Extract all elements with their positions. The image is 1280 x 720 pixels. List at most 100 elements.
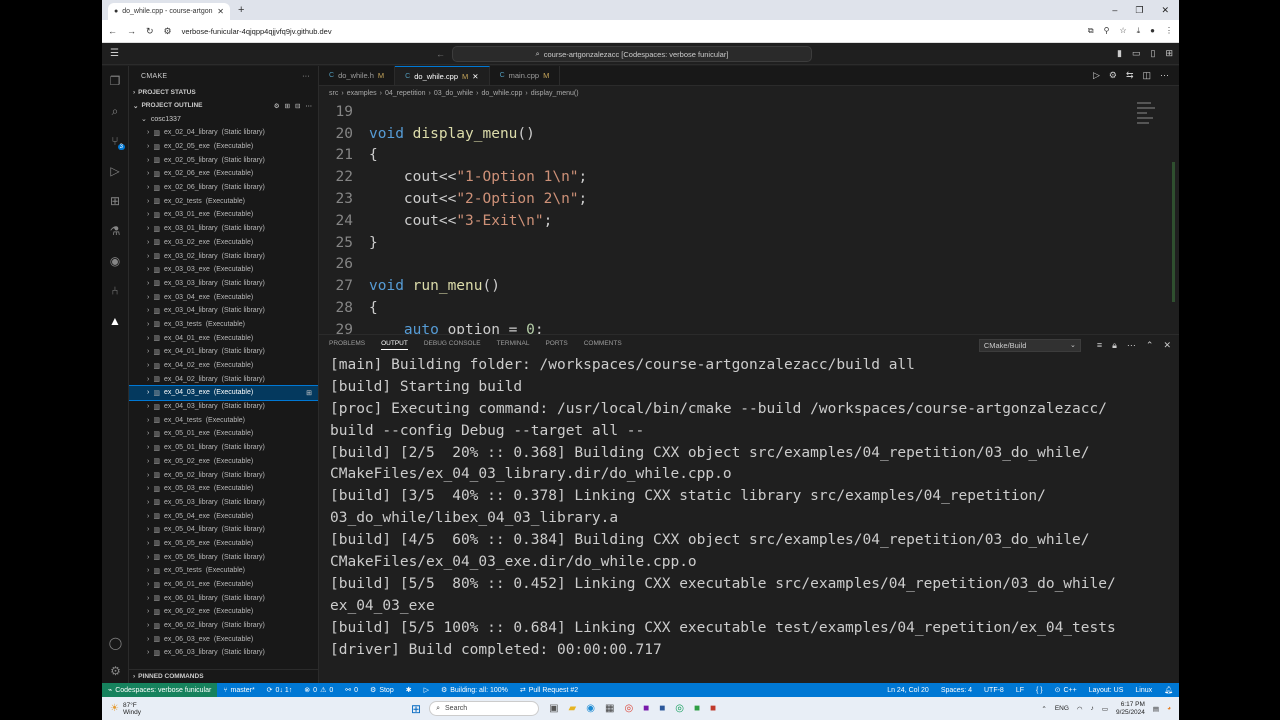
toggle-panel-icon[interactable]: ▭ xyxy=(1132,48,1141,59)
url-field[interactable]: verbose-funicular-4qjqpp4qjjvfq9jv.githu… xyxy=(182,27,332,36)
toggle-secondary-sidebar-icon[interactable]: ▯ xyxy=(1151,48,1156,59)
close-tab-icon[interactable]: ✕ xyxy=(472,72,478,81)
minimap[interactable] xyxy=(1137,102,1157,142)
minimize-button[interactable]: – xyxy=(1112,5,1117,16)
sidebar-target-item[interactable]: › ▥ ex_04_01_library (Static library) xyxy=(129,345,318,359)
command-center[interactable]: ⌕ course-artgonzalezacc [Codespaces: ver… xyxy=(452,46,812,62)
camtasia-icon[interactable]: ■ xyxy=(694,703,700,714)
language-indicator[interactable]: ENG xyxy=(1055,705,1069,712)
braces-icon[interactable]: { } xyxy=(1030,686,1049,694)
sidebar-target-item[interactable]: › ▥ ex_02_06_exe (Executable) xyxy=(129,167,318,181)
sidebar-target-item[interactable]: › ▥ ex_06_02_library (Static library) xyxy=(129,619,318,633)
bookmark-star-icon[interactable]: ☆ xyxy=(1119,26,1126,36)
close-tab-icon[interactable]: ✕ xyxy=(217,7,224,16)
maximize-button[interactable]: ❐ xyxy=(1135,5,1143,16)
compare-icon[interactable]: ⇆ xyxy=(1126,70,1134,81)
panel-tab[interactable]: PROBLEMS xyxy=(329,340,365,350)
tray-overflow-icon[interactable]: ⌃ xyxy=(1041,705,1046,713)
breadcrumb-item[interactable]: examples xyxy=(347,90,377,97)
split-editor-icon[interactable]: ◫ xyxy=(1142,70,1151,81)
sidebar-target-item[interactable]: › ▥ ex_03_04_exe (Executable) xyxy=(129,290,318,304)
explorer-icon[interactable]: ❐ xyxy=(102,66,128,96)
section-project-status[interactable]: › PROJECT STATUS xyxy=(129,86,318,99)
clear-output-icon[interactable]: ≡ xyxy=(1097,340,1102,351)
profile-icon[interactable]: ● xyxy=(1150,26,1155,36)
sidebar-target-item[interactable]: › ▥ ex_05_05_exe (Executable) xyxy=(129,537,318,551)
open-in-app-icon[interactable]: ⧉ xyxy=(1088,26,1094,36)
browser-menu-icon[interactable]: ⋮ xyxy=(1165,26,1173,36)
battery-icon[interactable]: ▭ xyxy=(1102,705,1108,713)
build-target-icon[interactable]: ⊞ xyxy=(306,389,312,397)
breadcrumb-item[interactable]: 03_do_while xyxy=(434,90,473,97)
sidebar-target-item[interactable]: › ▥ ex_03_03_library (Static library) xyxy=(129,277,318,291)
chrome-alt-icon[interactable]: ◎ xyxy=(675,703,684,714)
search-view-icon[interactable]: ⌕ xyxy=(102,96,128,126)
pull-request-indicator[interactable]: ⇄ Pull Request #2 xyxy=(514,686,584,695)
lock-scroll-icon[interactable]: 🔒︎ xyxy=(1112,340,1117,351)
breadcrumb-item[interactable]: src xyxy=(329,90,338,97)
sidebar-target-item[interactable]: › ▥ ex_04_02_library (Static library) xyxy=(129,372,318,386)
sidebar-target-item[interactable]: › ▥ ex_05_01_library (Static library) xyxy=(129,441,318,455)
sidebar-target-item[interactable]: › ▥ ex_03_01_library (Static library) xyxy=(129,222,318,236)
reload-icon[interactable]: ↻ xyxy=(146,26,154,37)
code-view[interactable]: 19 20 void display_menu() 21{22 cout<< "1-Op… xyxy=(319,101,1179,334)
cmake-icon[interactable]: ▲ xyxy=(102,306,128,336)
close-window-button[interactable]: ✕ xyxy=(1161,5,1169,16)
sidebar-target-item[interactable]: › ▥ ex_02_06_library (Static library) xyxy=(129,181,318,195)
more-icon[interactable]: ⋯ xyxy=(306,102,313,110)
project-root[interactable]: ⌄ cosc1337 xyxy=(129,112,318,126)
sync-indicator[interactable]: ⟳ 0↓ 1↑ xyxy=(261,686,299,695)
build-status[interactable]: ⚙ Building: all: 100% xyxy=(435,686,514,695)
forward-icon[interactable]: → xyxy=(127,26,136,36)
sidebar-target-item[interactable]: › ▥ ex_05_03_library (Static library) xyxy=(129,496,318,510)
sidebar-target-item[interactable]: › ▥ ex_02_04_library (Static library) xyxy=(129,126,318,140)
section-pinned-commands[interactable]: › PINNED COMMANDS xyxy=(129,669,318,683)
run-debug-icon[interactable]: ▷ xyxy=(102,156,128,186)
settings-gear-icon[interactable]: ⚙ xyxy=(102,656,129,686)
debug-button[interactable]: ✱ xyxy=(400,686,418,694)
customize-layout-icon[interactable]: ⊞ xyxy=(1165,48,1173,59)
sidebar-target-item[interactable]: › ▥ ex_03_tests (Executable) xyxy=(129,318,318,332)
sidebar-target-item[interactable]: › ▥ ex_05_04_exe (Executable) xyxy=(129,509,318,523)
maximize-panel-icon[interactable]: ⌃ xyxy=(1146,340,1154,351)
output-log[interactable]: [main] Building folder: /workspaces/cour… xyxy=(319,355,1179,661)
remote-indicator[interactable]: ⌁ Codespaces: verbose funicular xyxy=(102,683,218,697)
branch-indicator[interactable]: ⑂ master* xyxy=(217,687,260,694)
extensions-icon[interactable]: ⊞ xyxy=(102,186,128,216)
configure-icon[interactable]: ⚙ xyxy=(274,102,280,110)
onenote-icon[interactable]: ■ xyxy=(643,703,649,714)
sidebar-target-item[interactable]: › ▥ ex_03_03_exe (Executable) xyxy=(129,263,318,277)
recorder-icon[interactable]: ■ xyxy=(710,703,716,714)
sidebar-target-item[interactable]: › ▥ ex_02_05_library (Static library) xyxy=(129,153,318,167)
weather-widget[interactable]: ☀ 87°F Windy xyxy=(102,702,141,716)
close-panel-icon[interactable]: ✕ xyxy=(1163,340,1171,351)
downloads-icon[interactable]: ⤓ xyxy=(1137,26,1141,36)
sidebar-target-item[interactable]: › ▥ ex_03_01_exe (Executable) xyxy=(129,208,318,222)
notifications-icon[interactable]: ▤ xyxy=(1153,705,1159,713)
toggle-sidebar-icon[interactable]: ▮ xyxy=(1117,48,1122,59)
build-all-icon[interactable]: ⊞ xyxy=(285,102,290,110)
settings-icon[interactable]: ⚙ xyxy=(1109,70,1117,81)
site-info-icon[interactable]: ⚙ xyxy=(164,26,172,37)
sidebar-target-item[interactable]: › ▥ ex_05_tests (Executable) xyxy=(129,564,318,578)
back-icon[interactable]: ← xyxy=(108,26,117,36)
editor-tab[interactable]: Cdo_while.h M xyxy=(319,66,396,85)
breadcrumb-item[interactable]: display_menu() xyxy=(531,90,579,97)
new-tab-button[interactable]: + xyxy=(238,4,244,16)
stop-build-button[interactable]: ⚙ Stop xyxy=(364,686,400,695)
sidebar-target-item[interactable]: › ▥ ex_03_02_library (Static library) xyxy=(129,249,318,263)
language-mode[interactable]: ⊙ C++ xyxy=(1049,686,1083,695)
keyboard-layout[interactable]: Layout: US xyxy=(1083,686,1130,694)
sidebar-target-item[interactable]: › ▥ ex_04_02_exe (Executable) xyxy=(129,359,318,373)
taskbar-search[interactable]: ⌕ Search xyxy=(429,701,540,716)
testing-icon[interactable]: ⚗ xyxy=(102,216,128,246)
problems-indicator[interactable]: ⊗ 0 ⚠ 0 xyxy=(298,686,339,695)
sidebar-target-item[interactable]: › ▥ ex_05_03_exe (Executable) xyxy=(129,482,318,496)
account-icon[interactable]: ◯ xyxy=(102,628,129,658)
browser-tab[interactable]: ● do_while.cpp - course-artgon ✕ xyxy=(108,3,230,20)
sidebar-target-item[interactable]: › ▥ ex_05_01_exe (Executable) xyxy=(129,427,318,441)
sidebar-target-item[interactable]: › ▥ ex_02_05_exe (Executable) xyxy=(129,140,318,154)
store-icon[interactable]: ▦ xyxy=(605,703,614,714)
editor-tab[interactable]: Cdo_while.cpp M ✕ xyxy=(395,66,490,85)
edge-icon[interactable]: ◉ xyxy=(586,703,595,714)
